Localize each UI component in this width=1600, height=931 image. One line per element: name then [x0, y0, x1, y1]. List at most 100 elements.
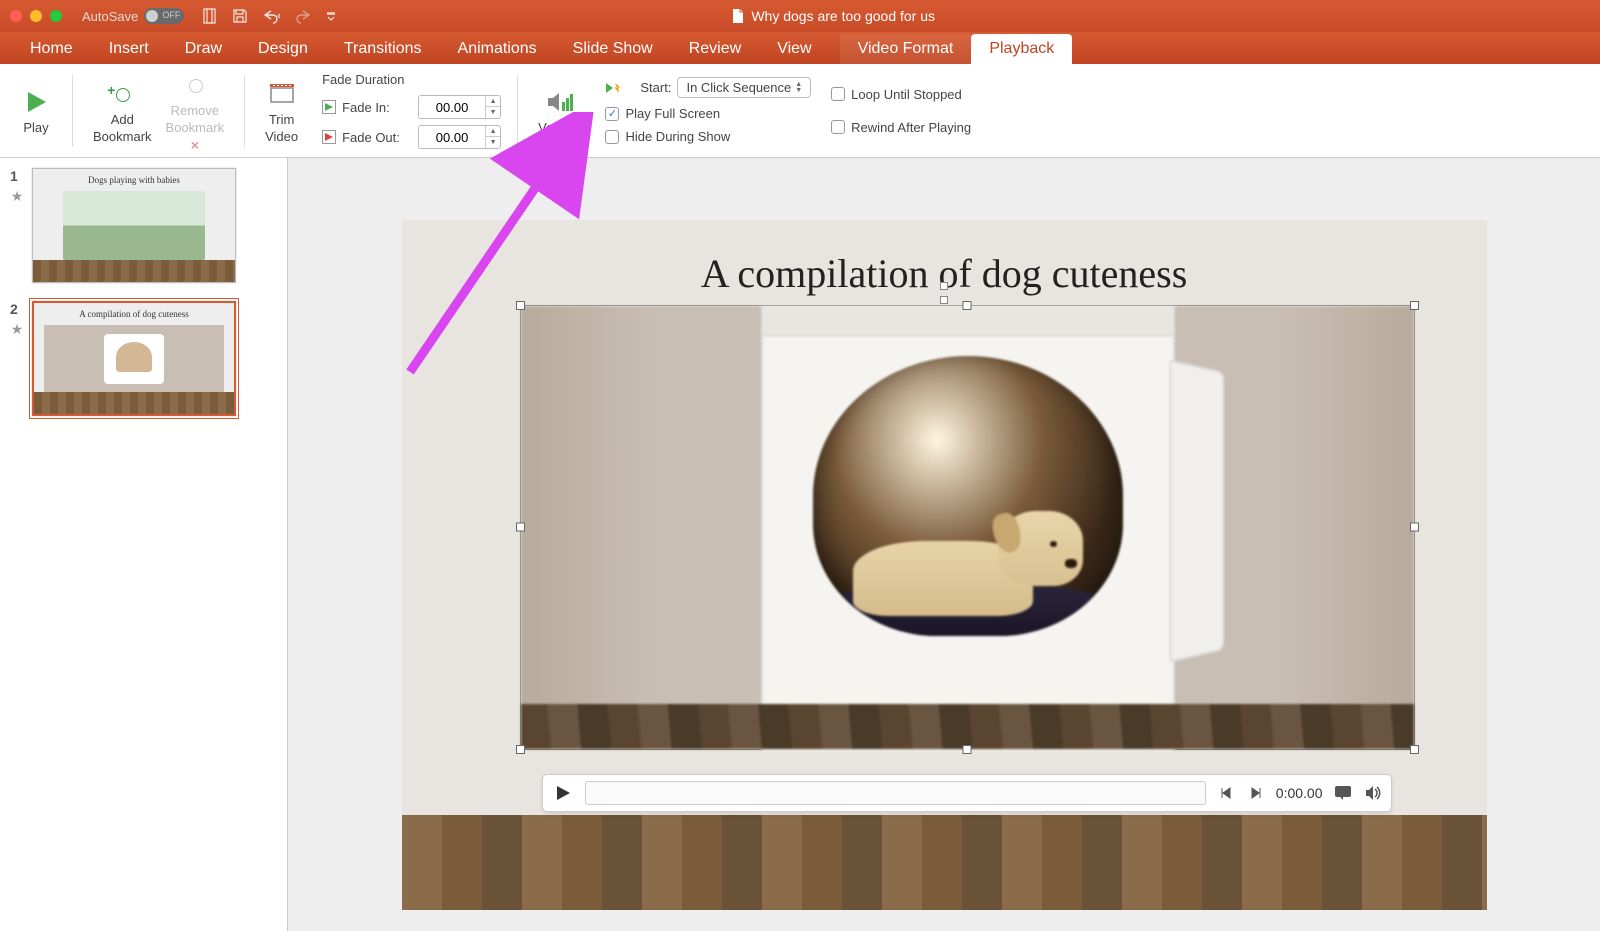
tab-view[interactable]: View — [759, 34, 829, 64]
fade-out-icon — [322, 130, 336, 144]
window-maximize[interactable] — [50, 10, 62, 22]
fade-out-input[interactable] — [419, 126, 485, 148]
fade-out-label: Fade Out: — [342, 130, 412, 145]
slide-editor[interactable]: A compilation of dog cuteness — [288, 158, 1600, 931]
autosave-control[interactable]: AutoSave OFF — [82, 8, 184, 24]
fade-in-input[interactable] — [419, 96, 485, 118]
thumbnail-2-title: A compilation of dog cuteness — [34, 309, 234, 319]
hide-during-show-label: Hide During Show — [625, 129, 730, 144]
start-icon — [605, 81, 623, 95]
tab-insert[interactable]: Insert — [91, 34, 167, 64]
volume-button[interactable]: Volume — [534, 84, 585, 137]
tab-slideshow[interactable]: Slide Show — [555, 34, 671, 64]
rewind-checkbox[interactable] — [831, 120, 845, 134]
ribbon-tabs: Home Insert Draw Design Transitions Anim… — [0, 32, 1600, 64]
qat-customize-icon[interactable] — [326, 11, 336, 21]
save-icon[interactable] — [232, 8, 248, 24]
volume-icon — [544, 88, 576, 116]
trim-video-button[interactable]: Trim Video — [261, 76, 302, 146]
fade-in-down[interactable]: ▼ — [486, 107, 500, 118]
video-player-bar: 0:00.00 — [542, 774, 1392, 812]
player-play-button[interactable] — [551, 781, 575, 805]
resize-handle-tm[interactable] — [963, 301, 972, 310]
play-icon — [554, 784, 572, 802]
player-prev-frame[interactable] — [1216, 783, 1236, 803]
tab-animations[interactable]: Animations — [440, 34, 555, 64]
resize-handle-br[interactable] — [1410, 745, 1419, 754]
video-object[interactable] — [520, 305, 1415, 750]
player-volume-button[interactable] — [1363, 783, 1383, 803]
workspace: 1 ★ Dogs playing with babies 2 ★ A compi… — [0, 158, 1600, 931]
tab-video-format[interactable]: Video Format — [840, 34, 972, 64]
tab-home[interactable]: Home — [12, 34, 91, 64]
loop-until-stopped-row[interactable]: Loop Until Stopped — [831, 87, 971, 102]
slide-thumbnails-panel[interactable]: 1 ★ Dogs playing with babies 2 ★ A compi… — [0, 158, 288, 931]
tab-transitions[interactable]: Transitions — [326, 34, 440, 64]
fade-out-down[interactable]: ▼ — [486, 137, 500, 148]
rewind-label: Rewind After Playing — [851, 120, 971, 135]
fade-in-up[interactable]: ▲ — [486, 96, 500, 107]
play-full-screen-row[interactable]: ✓ Play Full Screen — [605, 106, 811, 121]
play-icon — [22, 88, 50, 116]
hide-during-show-row[interactable]: Hide During Show — [605, 129, 811, 144]
thumbnail-2-row[interactable]: 2 ★ A compilation of dog cuteness — [10, 301, 277, 416]
thumbnail-2[interactable]: A compilation of dog cuteness — [32, 301, 236, 416]
fade-out-spinner[interactable]: ▲▼ — [418, 125, 501, 149]
tab-review[interactable]: Review — [671, 34, 759, 64]
fade-in-spinner[interactable]: ▲▼ — [418, 95, 501, 119]
play-button[interactable]: Play — [16, 84, 56, 137]
window-close[interactable] — [10, 10, 22, 22]
presentation-icon — [731, 8, 745, 24]
thumbnail-1-star-icon: ★ — [11, 188, 24, 205]
fade-duration-group: Fade Duration Fade In: ▲▼ Fade Out: ▲▼ — [322, 72, 501, 149]
resize-handle-bm[interactable] — [963, 745, 972, 754]
player-next-frame[interactable] — [1246, 783, 1266, 803]
player-progress-bar[interactable] — [585, 781, 1206, 805]
slide-canvas[interactable]: A compilation of dog cuteness — [402, 220, 1487, 910]
add-bookmark-button[interactable]: Add Bookmark — [89, 76, 156, 146]
fade-duration-label: Fade Duration — [322, 72, 501, 87]
thumbnail-1-title: Dogs playing with babies — [33, 175, 235, 185]
ribbon: Play Add Bookmark Remove Bookmark Trim V… — [0, 64, 1600, 158]
thumbnail-1-row[interactable]: 1 ★ Dogs playing with babies — [10, 168, 277, 283]
trim-video-icon — [268, 80, 296, 108]
dryer-graphic — [761, 306, 1175, 751]
window-controls — [10, 10, 62, 22]
thumbnail-2-star-icon: ★ — [11, 321, 24, 338]
autosave-toggle[interactable]: OFF — [144, 8, 184, 24]
document-title: Why dogs are too good for us — [336, 8, 1330, 24]
window-minimize[interactable] — [30, 10, 42, 22]
slide-floor-decoration — [402, 815, 1487, 910]
play-full-screen-checkbox[interactable]: ✓ — [605, 107, 619, 121]
title-bar: AutoSave OFF Why dogs are too good for u… — [0, 0, 1600, 32]
hide-during-show-checkbox[interactable] — [605, 130, 619, 144]
resize-handle-tr[interactable] — [1410, 301, 1419, 310]
tab-draw[interactable]: Draw — [167, 34, 240, 64]
thumbnail-1[interactable]: Dogs playing with babies — [32, 168, 236, 283]
loop-checkbox[interactable] — [831, 87, 845, 101]
select-arrows-icon: ▲▼ — [795, 82, 802, 94]
video-preview — [521, 306, 1414, 749]
start-label: Start: — [629, 80, 671, 95]
undo-icon[interactable] — [262, 8, 282, 24]
player-captions-button[interactable] — [1333, 783, 1353, 803]
title-handle-bottom[interactable] — [940, 296, 948, 304]
start-select[interactable]: In Click Sequence ▲▼ — [677, 77, 811, 98]
remove-bookmark-button: Remove Bookmark — [162, 67, 229, 155]
add-bookmark-icon — [108, 84, 136, 104]
resize-handle-bl[interactable] — [516, 745, 525, 754]
start-row: Start: In Click Sequence ▲▼ — [605, 77, 811, 98]
title-handle-top[interactable] — [940, 282, 948, 290]
fade-in-label: Fade In: — [342, 100, 412, 115]
quick-access-toolbar — [202, 8, 336, 24]
resize-handle-tl[interactable] — [516, 301, 525, 310]
redo-icon[interactable] — [296, 8, 312, 24]
start-value: In Click Sequence — [686, 80, 791, 95]
resize-handle-ml[interactable] — [516, 523, 525, 532]
resize-handle-mr[interactable] — [1410, 523, 1419, 532]
fade-out-up[interactable]: ▲ — [486, 126, 500, 137]
tab-playback[interactable]: Playback — [971, 34, 1072, 64]
file-icon[interactable] — [202, 8, 218, 24]
rewind-after-playing-row[interactable]: Rewind After Playing — [831, 120, 971, 135]
tab-design[interactable]: Design — [240, 34, 326, 64]
